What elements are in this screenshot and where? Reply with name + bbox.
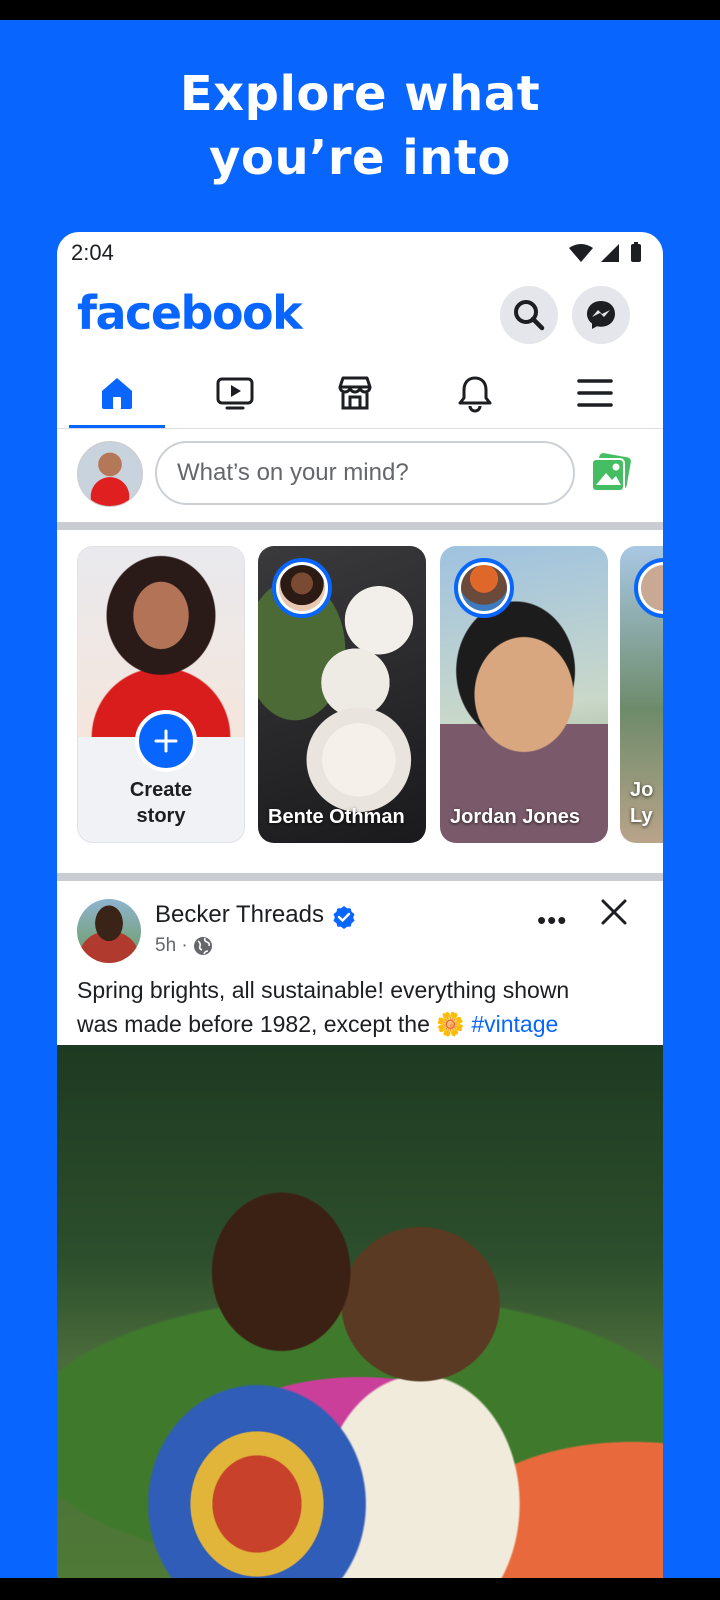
stories-tray: Create story Bente Othman Jordan Jones J…	[57, 529, 663, 873]
promo-headline-line2: you’re into	[209, 130, 511, 186]
post-author-name[interactable]: Becker Threads	[155, 901, 324, 929]
create-story-label-line1: Create	[129, 779, 193, 801]
post-author-avatar[interactable]	[77, 899, 141, 963]
search-button[interactable]	[500, 286, 558, 344]
post-caption-line2: was made before 1982, except the	[77, 1011, 430, 1037]
add-story-button[interactable]	[135, 710, 197, 772]
home-icon	[102, 378, 132, 409]
story-avatar	[454, 558, 514, 618]
verified-badge-icon	[332, 905, 356, 934]
globe-icon	[193, 937, 212, 955]
tab-notifications[interactable]	[415, 358, 535, 428]
feed-post: Becker Threads 5h · ••• Spring brights, …	[57, 877, 663, 1578]
tab-marketplace[interactable]	[295, 358, 415, 428]
story-avatar	[634, 558, 663, 618]
post-meta: 5h ·	[155, 935, 214, 957]
post-caption: Spring brights, all sustainable! everyth…	[77, 973, 647, 1041]
photo-button[interactable]	[589, 451, 633, 500]
marketplace-icon	[338, 376, 372, 410]
post-photo[interactable]	[57, 1045, 663, 1578]
facebook-logo: facebook	[77, 286, 303, 340]
flower-emoji: 🌼	[436, 1011, 465, 1037]
search-icon	[514, 300, 545, 331]
whats-on-your-mind-input[interactable]: What’s on your mind?	[155, 441, 575, 505]
video-icon	[216, 377, 254, 410]
create-story-card[interactable]: Create story	[77, 546, 245, 843]
tab-menu[interactable]	[535, 358, 655, 428]
story-card[interactable]: Bente Othman	[258, 546, 426, 843]
messenger-icon	[587, 301, 615, 329]
system-status-strip	[0, 0, 720, 20]
hamburger-icon	[577, 379, 613, 407]
story-avatar	[272, 558, 332, 618]
tab-home[interactable]	[57, 358, 177, 428]
tab-watch[interactable]	[175, 358, 295, 428]
story-name: Bente Othman	[268, 806, 405, 828]
app-bar: facebook	[57, 276, 663, 358]
user-avatar[interactable]	[77, 441, 143, 507]
bell-icon	[458, 376, 492, 413]
phone-screen: 2:04 facebook What’s on your mind? Creat…	[57, 232, 663, 1578]
wifi-signal-battery-icon	[569, 242, 641, 262]
composer-placeholder: What’s on your mind?	[177, 459, 409, 486]
status-bar: 2:04	[57, 232, 663, 276]
close-icon	[601, 899, 627, 925]
story-card[interactable]: Jordan Jones	[440, 546, 608, 843]
status-icons	[567, 242, 649, 271]
story-name: Jo Ly	[630, 779, 654, 827]
promo-headline: Explore what you’re into	[0, 62, 720, 190]
create-story-photo	[78, 547, 244, 737]
hide-post-button[interactable]	[597, 895, 631, 934]
story-card[interactable]: Jo Ly	[620, 546, 663, 843]
create-story-label-line2: story	[136, 805, 186, 827]
more-options-button[interactable]: •••	[537, 905, 567, 936]
messenger-button[interactable]	[572, 286, 630, 344]
post-caption-line1: Spring brights, all sustainable! everyth…	[77, 977, 570, 1003]
promo-headline-line1: Explore what	[179, 66, 541, 122]
photo-icon	[591, 453, 631, 492]
create-story-label: Create story	[78, 777, 244, 829]
status-time: 2:04	[71, 240, 114, 265]
hashtag-link[interactable]: #vintage	[471, 1011, 558, 1037]
system-nav-strip	[0, 1578, 720, 1600]
post-composer: What’s on your mind?	[57, 429, 663, 519]
story-name: Jordan Jones	[450, 806, 581, 828]
post-time: 5h ·	[155, 935, 188, 956]
main-nav-tabs	[57, 358, 663, 429]
plus-icon	[154, 729, 178, 753]
